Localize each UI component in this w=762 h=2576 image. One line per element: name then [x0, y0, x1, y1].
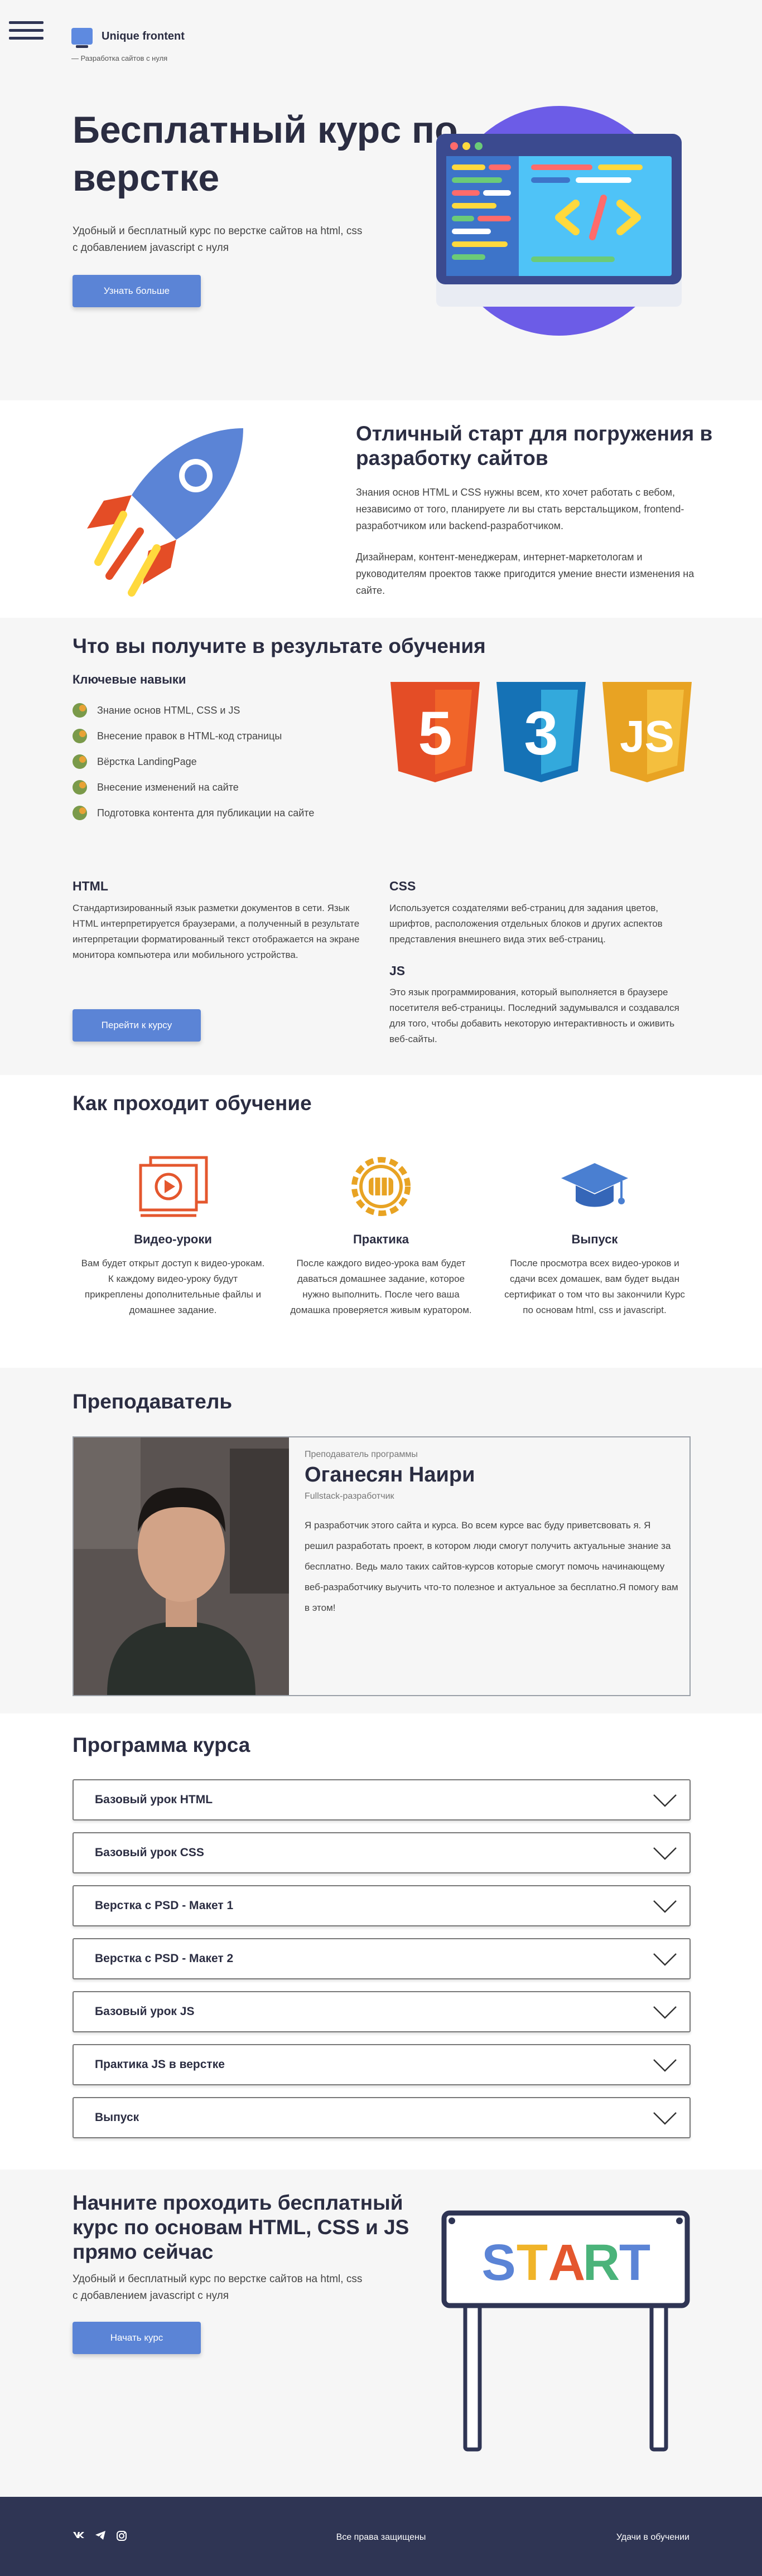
- list-item: Вёрстка LandingPage: [73, 749, 314, 774]
- js-title: JS: [389, 963, 406, 978]
- accordion-item[interactable]: Верстка с PSD - Макет 1: [73, 1885, 691, 1926]
- start-section: Отличный старт для погружения в разработ…: [0, 400, 762, 618]
- step-title: Практика: [353, 1232, 409, 1246]
- svg-text:5: 5: [418, 699, 452, 768]
- accordion-item[interactable]: Базовый урок JS: [73, 1991, 691, 2032]
- js-text: Это язык программирования, который выпол…: [389, 987, 679, 1044]
- logo-title: Unique frontent: [102, 30, 185, 42]
- cta-title: Начните проходить бесплатный курс по осн…: [73, 2191, 409, 2263]
- css-text: Используется создателями веб-страниц для…: [389, 903, 663, 945]
- list-item: Внесение изменений на сайте: [73, 774, 314, 800]
- skills-list: Знание основ HTML, CSS и JS Внесение пра…: [73, 698, 314, 826]
- skill-icon: [73, 806, 87, 820]
- skills-title: Ключевые навыки: [73, 672, 186, 686]
- list-item: Внесение правок в HTML-код страницы: [73, 723, 314, 749]
- fist-gear-icon: [351, 1157, 411, 1216]
- chevron-down-icon: [653, 1794, 677, 1807]
- go-to-course-button[interactable]: Перейти к курсу: [73, 1009, 201, 1042]
- cta-section: Начните проходить бесплатный курс по осн…: [0, 2170, 762, 2498]
- hero-text: Удобный и бесплатный курс по верстке сай…: [73, 225, 363, 254]
- step-practice: Практика После каждого видео-урока вам б…: [286, 1153, 476, 1318]
- chevron-down-icon: [653, 2006, 677, 2019]
- step-title: Выпуск: [571, 1232, 618, 1246]
- skill-icon: [73, 729, 87, 743]
- logo[interactable]: Unique frontent: [71, 28, 185, 48]
- list-item: Подготовка контента для публикации на са…: [73, 800, 314, 826]
- teacher-card: Преподаватель программы Оганесян Наири F…: [73, 1436, 691, 1696]
- chevron-down-icon: [653, 2059, 677, 2072]
- js-icon: JS: [602, 682, 692, 782]
- svg-text:R: R: [583, 2234, 620, 2291]
- chevron-down-icon: [653, 1847, 677, 1860]
- landing-page: Unique frontent — Разработка сайтов с ну…: [0, 0, 762, 2576]
- css3-icon: 3: [496, 682, 586, 782]
- step-graduation: Выпуск После просмотра всех видео-уроков…: [500, 1153, 689, 1318]
- step-title: Видео-уроки: [134, 1232, 212, 1246]
- results-title: Что вы получите в результате обучения: [73, 635, 486, 657]
- accordion-item[interactable]: Базовый урок CSS: [73, 1832, 691, 1873]
- teacher-title: Преподаватель: [73, 1390, 233, 1413]
- step-text: Вам будет открыт доступ к видео-урокам. …: [81, 1258, 265, 1315]
- accordion-item[interactable]: Выпуск: [73, 2097, 691, 2138]
- process-section: Как проходит обучение Видео-уроки Вам бу…: [0, 1075, 762, 1368]
- start-banner-illustration: S T A R T: [441, 2210, 690, 2452]
- html-title: HTML: [73, 879, 108, 893]
- graduation-cap-icon: [561, 1163, 628, 1207]
- html-text: Стандартизированный язык разметки докуме…: [73, 903, 360, 960]
- skill-icon: [73, 780, 87, 795]
- accordion-item[interactable]: Базовый урок HTML: [73, 1779, 691, 1820]
- footer: Все права защищены Удачи в обучении: [0, 2497, 762, 2576]
- program-title: Программа курса: [73, 1734, 250, 1756]
- teacher-label: Преподаватель программы: [305, 1450, 418, 1459]
- step-video: Видео-уроки Вам будет открыт доступ к ви…: [78, 1153, 268, 1318]
- css-title: CSS: [389, 879, 416, 893]
- menu-icon[interactable]: [9, 21, 44, 40]
- svg-text:T: T: [517, 2234, 548, 2291]
- results-section: Что вы получите в результате обучения Кл…: [0, 618, 762, 1075]
- program-section: Программа курса Базовый урок HTML Базовы…: [0, 1713, 762, 2170]
- accordion-item[interactable]: Практика JS в верстке: [73, 2044, 691, 2085]
- cta-text: Удобный и бесплатный курс по верстке сай…: [73, 2273, 363, 2302]
- learn-more-button[interactable]: Узнать больше: [73, 275, 201, 307]
- step-text: После каждого видео-урока вам будет дава…: [290, 1258, 472, 1315]
- start-course-button[interactable]: Начать курс: [73, 2322, 201, 2354]
- start-title: Отличный старт для погружения в разработ…: [356, 422, 713, 469]
- list-item: Знание основ HTML, CSS и JS: [73, 698, 314, 723]
- teacher-name: Оганесян Наири: [305, 1463, 475, 1486]
- monitor-logo-icon: [71, 28, 93, 48]
- hero-title: Бесплатный курс по верстке: [73, 109, 458, 199]
- start-paragraph-1: Знания основ HTML и CSS нужны всем, кто …: [356, 487, 684, 531]
- start-paragraph-2: Дизайнерам, контент-менеджерам, интернет…: [356, 551, 695, 596]
- video-lesson-icon: [139, 1156, 208, 1217]
- logo-subtitle: — Разработка сайтов с нуля: [71, 54, 168, 62]
- teacher-role: Fullstack-разработчик: [305, 1492, 394, 1501]
- teacher-section: Преподаватель Преподаватель программы Ог…: [0, 1368, 762, 1713]
- svg-text:JS: JS: [620, 711, 674, 761]
- process-title: Как проходит обучение: [73, 1092, 312, 1115]
- hero-section: Бесплатный курс по верстке Удобный и бес…: [0, 84, 762, 400]
- rocket-illustration: [87, 428, 243, 597]
- header: Unique frontent — Разработка сайтов с ну…: [0, 0, 762, 84]
- teacher-photo: [74, 1437, 289, 1695]
- skill-icon: [73, 754, 87, 769]
- svg-text:S: S: [481, 2234, 515, 2291]
- step-text: После просмотра всех видео-уроков и сдач…: [504, 1258, 685, 1315]
- accordion-item[interactable]: Верстка с PSD - Макет 2: [73, 1938, 691, 1979]
- teacher-bio: Я разработчик этого сайта и курса. Во вс…: [305, 1520, 678, 1613]
- svg-text:T: T: [619, 2234, 650, 2291]
- chevron-down-icon: [653, 2112, 677, 2125]
- chevron-down-icon: [653, 1953, 677, 1966]
- html5-icon: 5: [390, 682, 480, 782]
- teacher-info: Преподаватель программы Оганесян Наири F…: [305, 1450, 678, 1618]
- skill-icon: [73, 703, 87, 718]
- monitor-code-illustration: [436, 106, 682, 336]
- footer-wish-text: Удачи в обучении: [616, 2533, 689, 2542]
- svg-text:3: 3: [524, 699, 558, 768]
- chevron-down-icon: [653, 1900, 677, 1913]
- svg-text:A: A: [548, 2234, 585, 2291]
